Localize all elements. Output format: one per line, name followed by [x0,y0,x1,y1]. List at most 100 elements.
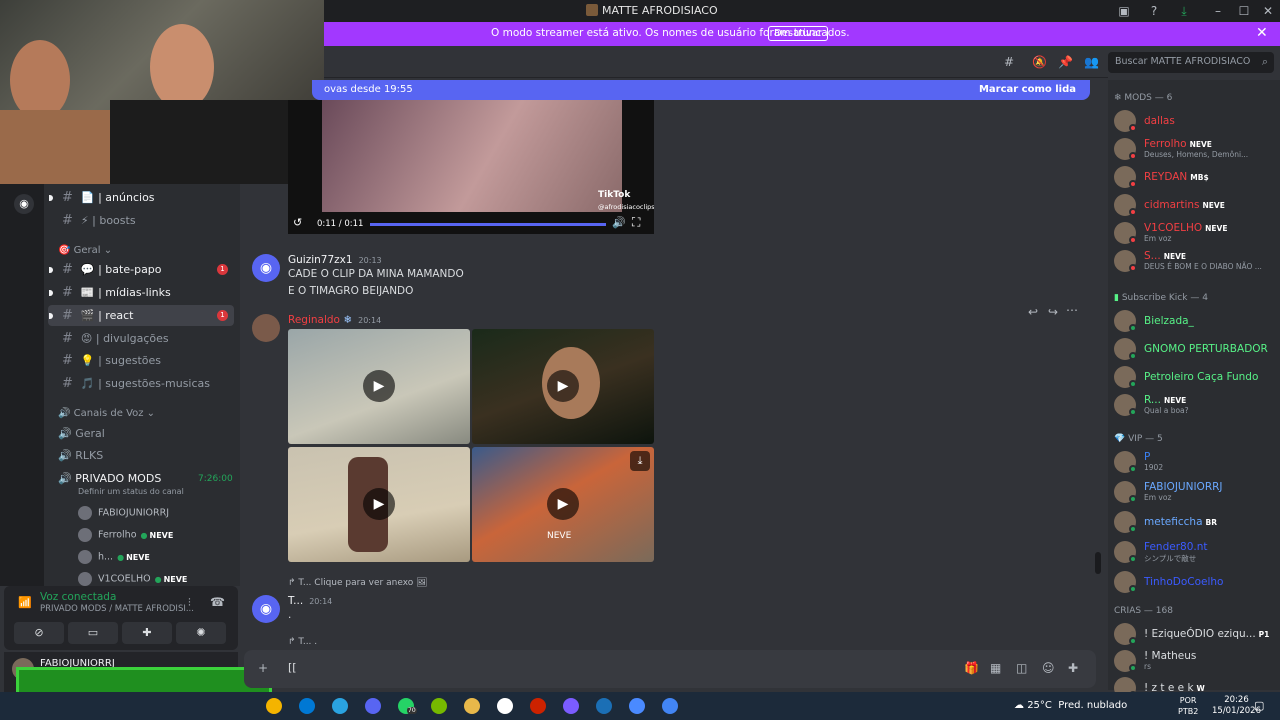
voice-user[interactable]: FABIOJUNIORRJ [78,506,169,520]
chrome-icon[interactable] [266,698,282,714]
member-item[interactable]: Bielzada_ [1114,308,1278,334]
steam-icon[interactable] [596,698,612,714]
channel-item[interactable]: # 📄 | anúncios [48,187,234,208]
nvidia-icon[interactable] [431,698,447,714]
download-icon[interactable]: ⤓ [630,451,650,471]
channel-item[interactable]: # 💬 | bate-papo 1 [48,259,234,280]
voice-channel-rlks[interactable]: 🔊 RLKS [58,449,103,462]
forward-icon[interactable]: ↪ [1048,305,1058,319]
play-icon[interactable]: ▶ [363,488,395,520]
voice-user[interactable]: h...NEVE [78,550,150,564]
member-item[interactable]: GNOMO PERTURBADOR [1114,336,1278,362]
mark-read-button[interactable]: Marcar como lida [979,84,1076,95]
member-item[interactable]: S... NEVE DEUS É BOM E O DIABO NÃO ... [1114,248,1278,274]
member-item[interactable]: meteficcha BR [1114,509,1278,535]
edge-icon[interactable] [299,698,315,714]
telegram-icon[interactable] [332,698,348,714]
new-messages-bar[interactable]: ovas desde 19:55 Marcar como lida [312,80,1090,100]
soundboard-button[interactable]: ✺ [176,622,226,644]
category-geral[interactable]: 🎯 Geral ⌄ [58,245,112,256]
chat-icon[interactable] [563,698,579,714]
member-item[interactable]: Ferrolho NEVE Deuses, Homens, Demôni... [1114,136,1278,162]
screen-share-button[interactable]: ▭ [68,622,118,644]
message-composer[interactable]: + [[ 🎁 ▦ ◫ ☺ ✚ [244,650,1096,688]
camera-off-button[interactable]: ⊘ [14,622,64,644]
media-thumbnail[interactable]: ▶ [288,329,470,444]
replay-icon[interactable]: ↺ [293,216,302,229]
activities-button[interactable]: ✚ [122,622,172,644]
member-item[interactable]: ! EziqueÓDIO eziqu... P1 [1114,621,1278,647]
disconnect-icon[interactable]: ☎ [210,595,225,609]
voice-channel-status[interactable]: Definir um status do canal [78,487,184,496]
play-icon[interactable]: ▶ [547,488,579,520]
message-author[interactable]: Guizin77zx1 20:13 [288,254,382,266]
inbox-icon[interactable]: ▣ [1116,3,1132,19]
help-icon[interactable]: ? [1146,3,1162,19]
voice-channel-privado[interactable]: 🔊 PRIVADO MODS [58,472,161,485]
members-icon[interactable]: 👥 [1084,55,1099,69]
disable-streamer-button[interactable]: Desativar [768,26,829,41]
files-icon[interactable] [464,698,480,714]
noise-icon[interactable]: ⫶ [188,596,191,610]
scrollbar[interactable] [1095,552,1101,574]
message-author[interactable]: Reginaldo ❄ 20:14 [288,314,381,326]
member-item[interactable]: dallas [1114,108,1278,134]
channel-item[interactable]: # 📰 | mídias-links [48,282,234,303]
reply-preview[interactable]: ↱ T... . [288,637,317,647]
member-item[interactable]: TinhoDoCoelho [1114,569,1278,595]
discord-icon[interactable] [365,698,381,714]
download-icon[interactable]: ⤓ [1176,3,1192,19]
close-banner-icon[interactable]: ✕ [1256,25,1268,41]
search-input[interactable]: Buscar MATTE AFRODISIACO ⌕ [1108,52,1274,73]
member-item[interactable]: cidmartins NEVE [1114,192,1278,218]
pin-icon[interactable]: 📌 [1058,55,1073,69]
voice-location[interactable]: PRIVADO MODS / MATTE AFRODISI... [40,604,194,614]
play-icon[interactable]: ▶ [547,370,579,402]
notification-icon[interactable]: ▢ [1254,699,1264,712]
maximize-icon[interactable]: ☐ [1236,3,1252,19]
discover-icon[interactable]: ◉ [14,194,34,214]
member-item[interactable]: Petroleiro Caça Fundo [1114,364,1278,390]
avatar[interactable]: ◉ [252,254,280,282]
gift-icon[interactable]: 🎁 [964,661,979,675]
gif-icon[interactable]: ▦ [990,661,1001,675]
volume-icon[interactable]: 🔊 [612,216,626,229]
media-thumbnail[interactable]: ▶ [472,329,654,444]
weather-widget[interactable]: ☁ 25°C Pred. nublado [1014,700,1127,711]
emoji-icon[interactable]: ☺ [1042,661,1055,675]
apps-icon[interactable]: ✚ [1068,661,1078,675]
close-icon[interactable]: ✕ [1260,3,1276,19]
channel-item[interactable]: # ⚡ | boosts [48,210,234,231]
avatar[interactable]: ◉ [252,595,280,623]
member-item[interactable]: V1COELHO NEVE Em voz [1114,220,1278,246]
category-voice[interactable]: 🔊 Canais de Voz ⌄ [58,408,155,419]
channel-item[interactable]: # 😡 | divulgações [48,328,234,349]
app-icon[interactable] [629,698,645,714]
fullscreen-icon[interactable]: ⛶ [632,215,640,230]
channel-item[interactable]: # 💡 | sugestões [48,350,234,371]
reply-preview[interactable]: ↱ T... Clique para ver anexo 🖼 [288,578,428,588]
language-indicator[interactable]: POR PTB2 [1178,695,1198,717]
reply-icon[interactable]: ↩ [1028,305,1038,319]
channel-item[interactable]: # 🎬 | react 1 [48,305,234,326]
progress-bar[interactable] [370,223,606,226]
add-icon[interactable]: + [258,661,268,675]
capcut-icon[interactable] [497,698,513,714]
member-item[interactable]: REYDAN MB$ [1114,164,1278,190]
chrome-icon[interactable] [662,698,678,714]
member-item[interactable]: ! Matheus rs [1114,648,1278,674]
member-item[interactable]: Fender80.nt シンプルで敵せ [1114,539,1278,565]
channel-item[interactable]: # 🎵 | sugestões-musicas [48,373,234,394]
mute-icon[interactable]: 🔕 [1032,55,1047,69]
composer-value[interactable]: [[ [288,661,297,674]
threads-icon[interactable]: # [1004,55,1014,69]
voice-user[interactable]: V1COELHO NEVE [78,572,187,586]
voice-channel-geral[interactable]: 🔊 Geral [58,427,105,440]
whatsapp-icon[interactable]: 70 [398,698,417,714]
more-icon[interactable]: ⋯ [1066,303,1078,317]
message-author[interactable]: T... 20:14 [288,595,332,607]
member-item[interactable]: FABIOJUNIORRJ Em voz [1114,479,1278,505]
play-icon[interactable]: ▶ [363,370,395,402]
member-item[interactable]: R... NEVE Qual a boa? [1114,392,1278,418]
video-player[interactable]: TikTok @afrodisiacoclips ↺ 0:11 / 0:11 🔊… [288,100,654,234]
